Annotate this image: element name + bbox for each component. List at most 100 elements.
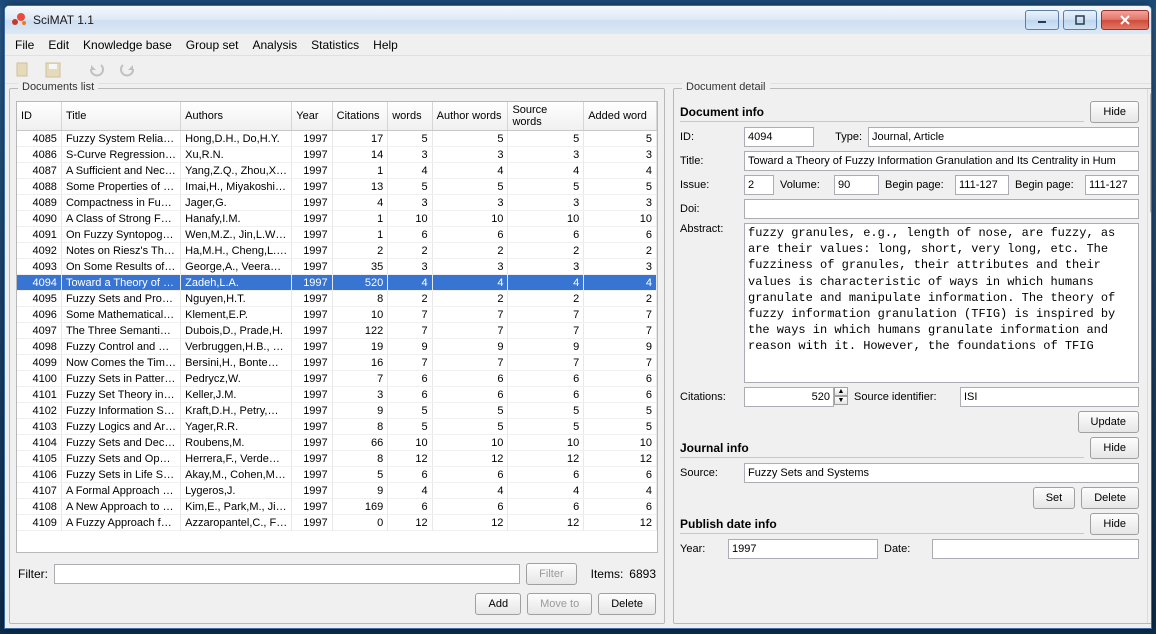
table-row[interactable]: 4102Fuzzy Information S…Kraft,D.H., Petr… bbox=[17, 403, 657, 419]
maximize-button[interactable] bbox=[1063, 10, 1097, 30]
col-citations[interactable]: Citations bbox=[332, 102, 388, 131]
update-button[interactable]: Update bbox=[1078, 411, 1139, 433]
filter-button[interactable]: Filter bbox=[526, 563, 576, 585]
col-author-words[interactable]: Author words bbox=[432, 102, 508, 131]
table-row[interactable]: 4106Fuzzy Sets in Life Sci…Akay,M., Cohe… bbox=[17, 467, 657, 483]
table-row[interactable]: 4108A New Approach to …Kim,E., Park,M., … bbox=[17, 499, 657, 515]
table-row[interactable]: 4085Fuzzy System Reliabi…Hong,D.H., Do,H… bbox=[17, 131, 657, 147]
issue-field[interactable] bbox=[744, 175, 774, 195]
citations-stepper[interactable]: ▲▼ bbox=[744, 387, 848, 407]
table-row[interactable]: 4101Fuzzy Set Theory in …Keller,J.M.1997… bbox=[17, 387, 657, 403]
date-field[interactable] bbox=[932, 539, 1139, 559]
menu-help[interactable]: Help bbox=[367, 36, 404, 54]
table-row[interactable]: 4094Toward a Theory of …Zadeh,L.A.199752… bbox=[17, 275, 657, 291]
table-row[interactable]: 4090A Class of Strong Fo…Hanafy,I.M.1997… bbox=[17, 211, 657, 227]
begin-page2-field[interactable] bbox=[1085, 175, 1139, 195]
cell: 4086 bbox=[17, 147, 61, 163]
cell: Fuzzy Sets and Decis… bbox=[61, 435, 180, 451]
table-row[interactable]: 4092Notes on Riesz's The…Ha,M.H., Cheng,… bbox=[17, 243, 657, 259]
table-row[interactable]: 4087A Sufficient and Nec…Yang,Z.Q., Zhou… bbox=[17, 163, 657, 179]
cell: 7 bbox=[508, 355, 584, 371]
window-title: SciMAT 1.1 bbox=[33, 13, 94, 27]
document-info-hide-button[interactable]: Hide bbox=[1090, 101, 1139, 123]
cell: 2 bbox=[508, 291, 584, 307]
table-row[interactable]: 4097The Three Semantics…Dubois,D., Prade… bbox=[17, 323, 657, 339]
delete-button[interactable]: Delete bbox=[598, 593, 656, 615]
col-year[interactable]: Year bbox=[292, 102, 332, 131]
col-words[interactable]: words bbox=[388, 102, 432, 131]
cell: Fuzzy Sets in Life Sci… bbox=[61, 467, 180, 483]
table-row[interactable]: 4105Fuzzy Sets and Oper…Herrera,F., Verd… bbox=[17, 451, 657, 467]
cell: Bersini,H., Bontem… bbox=[181, 355, 292, 371]
set-button[interactable]: Set bbox=[1033, 487, 1076, 509]
table-row[interactable]: 4107A Formal Approach t…Lygeros,J.199794… bbox=[17, 483, 657, 499]
cell: Hong,D.H., Do,H.Y. bbox=[181, 131, 292, 147]
cell: Zadeh,L.A. bbox=[181, 275, 292, 291]
cell: 1997 bbox=[292, 291, 332, 307]
save-icon[interactable] bbox=[41, 58, 65, 82]
begin-page-field[interactable] bbox=[955, 175, 1009, 195]
menu-knowledge-base[interactable]: Knowledge base bbox=[77, 36, 178, 54]
table-row[interactable]: 4095Fuzzy Sets and Prob…Nguyen,H.T.19978… bbox=[17, 291, 657, 307]
menu-edit[interactable]: Edit bbox=[42, 36, 75, 54]
journal-delete-button[interactable]: Delete bbox=[1081, 487, 1139, 509]
minimize-button[interactable] bbox=[1025, 10, 1059, 30]
menu-group-set[interactable]: Group set bbox=[180, 36, 245, 54]
doi-field[interactable] bbox=[744, 199, 1139, 219]
spin-down-icon[interactable]: ▼ bbox=[834, 396, 848, 405]
table-row[interactable]: 4099Now Comes the Time…Bersini,H., Bonte… bbox=[17, 355, 657, 371]
cell: Some Properties of … bbox=[61, 179, 180, 195]
table-row[interactable]: 4100Fuzzy Sets in Patter…Pedrycz,W.19977… bbox=[17, 371, 657, 387]
table-row[interactable]: 4091On Fuzzy Syntopoge…Wen,M.Z., Jin,L.W… bbox=[17, 227, 657, 243]
close-button[interactable] bbox=[1101, 10, 1149, 30]
publish-date-hide-button[interactable]: Hide bbox=[1090, 513, 1139, 535]
type-field[interactable] bbox=[868, 127, 1139, 147]
source-field[interactable] bbox=[744, 463, 1139, 483]
col-added-word[interactable]: Added word bbox=[584, 102, 657, 131]
undo-icon[interactable] bbox=[85, 58, 109, 82]
citations-field[interactable] bbox=[744, 387, 834, 407]
scrollbar-thumb[interactable] bbox=[1150, 101, 1152, 213]
journal-info-hide-button[interactable]: Hide bbox=[1090, 437, 1139, 459]
table-row[interactable]: 4098Fuzzy Control and C…Verbruggen,H.B.,… bbox=[17, 339, 657, 355]
cell: 1997 bbox=[292, 323, 332, 339]
cell: 14 bbox=[332, 147, 388, 163]
detail-scrollbar[interactable] bbox=[1147, 101, 1152, 617]
redo-icon[interactable] bbox=[115, 58, 139, 82]
year-field[interactable] bbox=[728, 539, 878, 559]
table-row[interactable]: 4093On Some Results of …George,A., Veera… bbox=[17, 259, 657, 275]
add-button[interactable]: Add bbox=[475, 593, 521, 615]
menu-file[interactable]: File bbox=[9, 36, 40, 54]
menu-analysis[interactable]: Analysis bbox=[246, 36, 303, 54]
col-authors[interactable]: Authors bbox=[181, 102, 292, 131]
abstract-field[interactable] bbox=[744, 223, 1139, 383]
table-row[interactable]: 4103Fuzzy Logics and Arti…Yager,R.R.1997… bbox=[17, 419, 657, 435]
cell: 2 bbox=[332, 243, 388, 259]
cell: 8 bbox=[332, 291, 388, 307]
id-field[interactable] bbox=[744, 127, 814, 147]
volume-field[interactable] bbox=[834, 175, 879, 195]
document-info-title: Document info bbox=[680, 103, 1084, 122]
new-file-icon[interactable] bbox=[11, 58, 35, 82]
source-identifier-field[interactable] bbox=[960, 387, 1139, 407]
title-field[interactable] bbox=[744, 151, 1139, 171]
spin-up-icon[interactable]: ▲ bbox=[834, 387, 848, 396]
table-header-row[interactable]: ID Title Authors Year Citations words Au… bbox=[17, 102, 657, 131]
move-to-button[interactable]: Move to bbox=[527, 593, 592, 615]
col-source-words[interactable]: Source words bbox=[508, 102, 584, 131]
cell: 5 bbox=[432, 179, 508, 195]
documents-table[interactable]: ID Title Authors Year Citations words Au… bbox=[17, 102, 657, 531]
cell: 3 bbox=[584, 195, 657, 211]
table-row[interactable]: 4088Some Properties of …Imai,H., Miyakos… bbox=[17, 179, 657, 195]
table-row[interactable]: 4109A Fuzzy Approach fo…Azzaropantel,C.,… bbox=[17, 515, 657, 531]
table-row[interactable]: 4096Some Mathematical …Klement,E.P.19971… bbox=[17, 307, 657, 323]
menu-statistics[interactable]: Statistics bbox=[305, 36, 365, 54]
filter-input[interactable] bbox=[54, 564, 520, 584]
table-row[interactable]: 4104Fuzzy Sets and Decis…Roubens,M.19976… bbox=[17, 435, 657, 451]
table-row[interactable]: 4089Compactness in Fuz…Jager,G.199743333 bbox=[17, 195, 657, 211]
cell: Fuzzy Logics and Arti… bbox=[61, 419, 180, 435]
col-id[interactable]: ID bbox=[17, 102, 61, 131]
table-row[interactable]: 4086S-Curve Regression …Xu,R.N.199714333… bbox=[17, 147, 657, 163]
cell: Nguyen,H.T. bbox=[181, 291, 292, 307]
col-title[interactable]: Title bbox=[61, 102, 180, 131]
